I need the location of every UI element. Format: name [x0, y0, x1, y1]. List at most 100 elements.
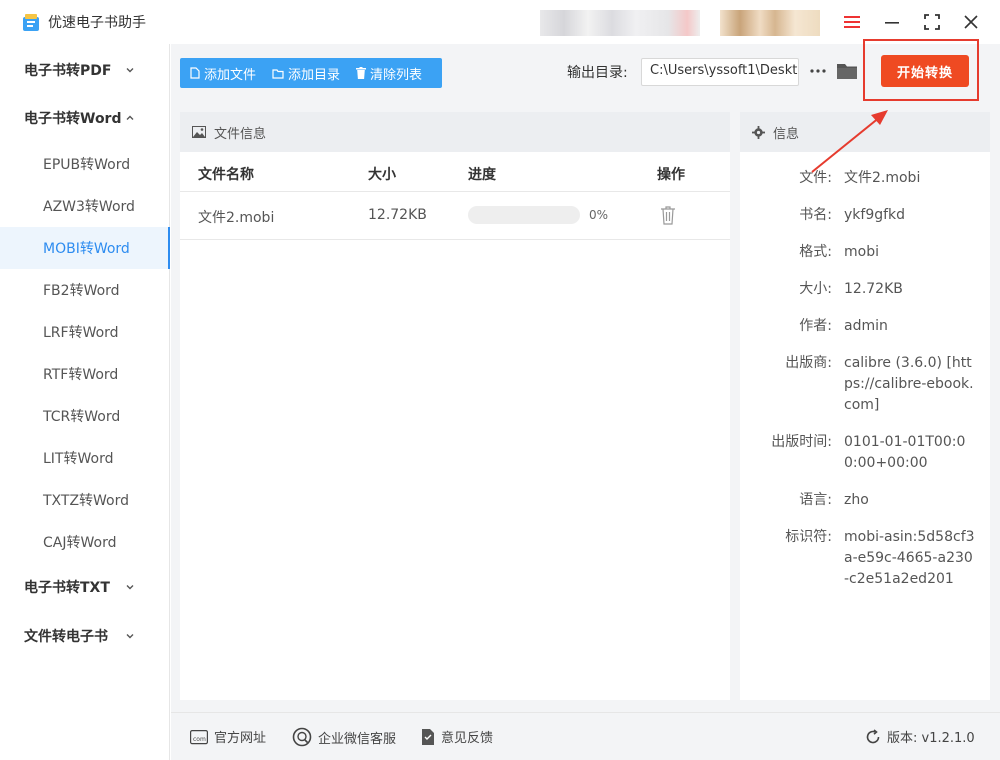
toolbar-group: 添加文件 添加目录 清除列表	[180, 58, 442, 88]
sidebar-item-label: RTF转Word	[43, 367, 119, 383]
info-key: 书名:	[799, 207, 832, 223]
sidebar-item-label: LIT转Word	[43, 451, 114, 467]
add-dir-button[interactable]: 添加目录	[262, 58, 346, 88]
info-value: zho	[844, 492, 869, 508]
output-dir-label: 输出目录:	[567, 65, 628, 81]
info-key: 格式:	[799, 244, 832, 260]
sidebar-item-label: MOBI转Word	[43, 241, 130, 257]
app-logo-icon	[23, 14, 39, 31]
trash-icon	[356, 67, 367, 79]
info-key: 文件:	[799, 170, 832, 186]
col-header-progress: 进度	[468, 167, 496, 183]
start-convert-button[interactable]: 开始转换	[881, 55, 969, 87]
file-name-cell: 文件2.mobi	[198, 210, 275, 226]
delete-icon[interactable]	[660, 205, 676, 225]
sidebar-group-label: 文件转电子书	[24, 629, 108, 645]
info-key: 语言:	[799, 492, 832, 508]
gear-icon	[752, 125, 765, 139]
feedback-icon	[422, 728, 434, 745]
divider	[180, 239, 730, 240]
open-folder-icon[interactable]	[835, 59, 859, 83]
sidebar-item-rtf[interactable]: RTF转Word	[0, 353, 170, 395]
blurred-account-info	[540, 10, 700, 36]
app-title: 优速电子书助手	[48, 15, 146, 31]
maximize-icon[interactable]	[920, 10, 944, 34]
sidebar-group-label: 电子书转TXT	[24, 580, 110, 596]
chevron-up-icon	[126, 115, 134, 120]
info-panel-title: 信息	[773, 126, 800, 142]
info-value: calibre (3.6.0) [https://calibre-ebook.c…	[844, 355, 974, 413]
chevron-down-icon	[126, 585, 134, 590]
info-value: 0101-01-01T00:00:00+00:00	[844, 434, 966, 471]
divider	[180, 191, 730, 192]
sidebar-group-to-ebook[interactable]: 文件转电子书	[0, 618, 170, 654]
sidebar-item-label: AZW3转Word	[43, 199, 135, 215]
info-key: 作者:	[799, 318, 832, 334]
sidebar-item-azw3[interactable]: AZW3转Word	[0, 185, 170, 227]
footer: com 官方网址 企业微信客服 意见反馈 版本: v1.2.1.0	[171, 712, 1000, 760]
sidebar: 电子书转PDF 电子书转Word EPUB转Word AZW3转Word MOB…	[0, 44, 170, 760]
info-key: 出版商:	[785, 355, 832, 371]
info-value: 12.72KB	[844, 281, 903, 297]
col-header-size: 大小	[368, 167, 396, 183]
sidebar-group-word[interactable]: 电子书转Word	[0, 100, 170, 136]
sidebar-item-label: TCR转Word	[43, 409, 121, 425]
sidebar-item-caj[interactable]: CAJ转Word	[0, 521, 170, 563]
blurred-avatar	[720, 10, 820, 36]
feedback-link[interactable]: 意见反馈	[421, 727, 493, 746]
more-options-icon[interactable]	[807, 60, 829, 82]
col-header-name: 文件名称	[198, 167, 254, 183]
sidebar-item-fb2[interactable]: FB2转Word	[0, 269, 170, 311]
info-key: 大小:	[799, 281, 832, 297]
chevron-down-icon	[126, 634, 134, 639]
add-file-label: 添加文件	[204, 67, 257, 83]
menu-icon[interactable]	[840, 10, 864, 34]
website-label: 官方网址	[214, 731, 267, 746]
clear-list-button[interactable]: 清除列表	[346, 58, 428, 88]
close-icon[interactable]	[959, 10, 983, 34]
sidebar-item-label: TXTZ转Word	[43, 493, 130, 509]
website-link[interactable]: com 官方网址	[190, 727, 266, 746]
add-file-button[interactable]: 添加文件	[180, 58, 262, 88]
sidebar-group-label: 电子书转PDF	[24, 63, 112, 79]
sidebar-item-txtz[interactable]: TXTZ转Word	[0, 479, 170, 521]
refresh-icon	[866, 728, 880, 743]
sidebar-group-pdf[interactable]: 电子书转PDF	[0, 52, 170, 88]
clear-list-label: 清除列表	[370, 67, 423, 83]
file-size-cell: 12.72KB	[368, 207, 427, 223]
version-info[interactable]: 版本: v1.2.1.0	[865, 727, 975, 746]
info-value: mobi-asin:5d58cf3a-e59c-4665-a230-c2e51a…	[844, 529, 975, 587]
info-panel: 信息 文件: 文件2.mobi 书名: ykf9gfkd 格式: mobi 大小…	[740, 112, 990, 700]
chat-icon	[292, 727, 312, 747]
info-value: ykf9gfkd	[844, 207, 906, 223]
sidebar-item-lrf[interactable]: LRF转Word	[0, 311, 170, 353]
minimize-icon[interactable]	[880, 10, 904, 34]
sidebar-item-label: FB2转Word	[43, 283, 120, 299]
image-icon	[192, 126, 206, 138]
wechat-label: 企业微信客服	[318, 731, 397, 747]
file-panel-header: 文件信息	[180, 112, 730, 152]
sidebar-item-lit[interactable]: LIT转Word	[0, 437, 170, 479]
website-icon: com	[190, 729, 208, 744]
sidebar-item-label: LRF转Word	[43, 325, 119, 341]
chevron-down-icon	[126, 68, 134, 73]
main-area: 添加文件 添加目录 清除列表 输出目录: C:\Users\yssoft1\De…	[171, 39, 1000, 712]
sidebar-item-epub[interactable]: EPUB转Word	[0, 143, 170, 185]
sidebar-item-mobi[interactable]: MOBI转Word	[0, 227, 170, 269]
info-value: admin	[844, 318, 888, 334]
info-key: 出版时间:	[771, 434, 832, 450]
add-dir-label: 添加目录	[288, 67, 341, 83]
sidebar-group-txt[interactable]: 电子书转TXT	[0, 569, 170, 605]
sidebar-item-label: EPUB转Word	[43, 157, 131, 173]
feedback-label: 意见反馈	[441, 731, 494, 746]
wechat-support-link[interactable]: 企业微信客服	[292, 727, 396, 747]
info-panel-header: 信息	[740, 112, 990, 152]
col-header-action: 操作	[657, 167, 685, 183]
sidebar-item-tcr[interactable]: TCR转Word	[0, 395, 170, 437]
file-panel-title: 文件信息	[214, 126, 267, 142]
version-label: 版本: v1.2.1.0	[887, 731, 975, 746]
info-key: 标识符:	[785, 529, 832, 545]
output-dir-input[interactable]: C:\Users\yssoft1\Desktop	[641, 58, 799, 86]
progress-bar	[468, 206, 580, 224]
file-panel: 文件信息 文件名称 大小 进度 操作 文件2.mobi 12.72KB 0%	[180, 112, 730, 700]
